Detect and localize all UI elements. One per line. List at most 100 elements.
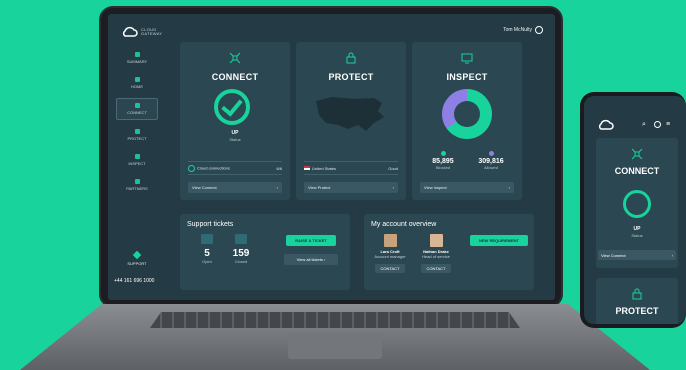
account-manager: Lara Croft Account manager CONTACT bbox=[370, 234, 410, 273]
sidebar: SUMMARY HOME CONNECT PROTECT INSPECT PAR… bbox=[116, 48, 158, 200]
dashboard-screen: CLOUD GATEWAY Tom McNulty SUMMARY HOME C… bbox=[108, 14, 555, 300]
button-label: View Connect bbox=[192, 185, 217, 190]
inspect-card: INSPECT 85,895 Blocked 309,816 Allowed Vie… bbox=[412, 42, 522, 200]
sidebar-item-summary[interactable]: SUMMARY bbox=[116, 48, 158, 68]
summary-icon bbox=[134, 52, 140, 57]
check-icon bbox=[214, 89, 250, 125]
inspect-donut-chart bbox=[442, 89, 492, 139]
phone-status: UP bbox=[633, 226, 641, 232]
button-label: View Inspect bbox=[424, 185, 447, 190]
sidebar-item-protect[interactable]: PROTECT bbox=[116, 125, 158, 145]
sidebar-item-label: PARTNERS bbox=[126, 186, 148, 191]
cloud-icon bbox=[598, 119, 614, 130]
sidebar-item-inspect[interactable]: INSPECT bbox=[116, 150, 158, 170]
phone-frame: ⌕ ≡ CONNECT UP Status View Connect › PROT… bbox=[580, 92, 686, 328]
support-phone: +44 161 696 1000 bbox=[114, 278, 155, 284]
chevron-right-icon: › bbox=[392, 185, 394, 190]
protect-title: PROTECT bbox=[328, 72, 374, 82]
phone-connect-card: CONNECT UP Status View Connect › bbox=[596, 138, 678, 268]
open-value: 5 bbox=[204, 248, 210, 259]
brand-name: CLOUD GATEWAY bbox=[141, 27, 163, 36]
home-icon bbox=[134, 77, 140, 82]
chevron-right-icon: › bbox=[671, 252, 673, 258]
allowed-stat: 309,816 Allowed bbox=[466, 151, 516, 170]
view-inspect-button[interactable]: View Inspect › bbox=[420, 182, 514, 193]
check-small-icon bbox=[188, 164, 195, 172]
connect-card: CONNECT UP Status Cloud connections 6/6 … bbox=[180, 42, 290, 200]
sidebar-item-label: PROTECT bbox=[127, 136, 147, 141]
closed-tickets: 159 Closed bbox=[224, 234, 258, 264]
phone-protect-card: PROTECT bbox=[596, 278, 678, 324]
chevron-right-icon: › bbox=[508, 185, 510, 190]
support-icon bbox=[132, 250, 142, 260]
brand-logo[interactable]: CLOUD GATEWAY bbox=[120, 26, 165, 38]
head-of-service: Nathan Drake Head of service CONTACT bbox=[416, 234, 456, 273]
view-all-tickets-button[interactable]: View all tickets › bbox=[284, 254, 338, 265]
user-menu[interactable]: Tom McNulty bbox=[503, 26, 543, 34]
support-label: SUPPORT bbox=[127, 261, 147, 266]
check-icon bbox=[623, 190, 651, 218]
sidebar-item-label: INSPECT bbox=[128, 161, 146, 166]
contact-button[interactable]: CONTACT bbox=[421, 264, 451, 273]
phone-view-connect-button[interactable]: View Connect › bbox=[598, 250, 676, 260]
network-icon bbox=[229, 52, 241, 64]
ticket-closed-icon bbox=[235, 234, 247, 244]
account-overview-card: My account overview Lara Croft Account m… bbox=[364, 214, 534, 290]
contact-button[interactable]: CONTACT bbox=[375, 264, 405, 273]
inspect-title: INSPECT bbox=[446, 72, 488, 82]
person-role: Head of service bbox=[422, 254, 450, 259]
network-icon bbox=[631, 148, 643, 160]
phone-status-label: Status bbox=[631, 233, 643, 238]
sidebar-item-connect[interactable]: CONNECT bbox=[116, 98, 158, 120]
sidebar-item-label: SUMMARY bbox=[126, 59, 148, 64]
us-flag-icon bbox=[304, 166, 310, 171]
view-protect-button[interactable]: View Protect › bbox=[304, 182, 398, 193]
blocked-label: Blocked bbox=[435, 165, 451, 170]
connect-title: CONNECT bbox=[211, 72, 259, 82]
user-icon[interactable] bbox=[654, 121, 661, 128]
partners-icon bbox=[134, 179, 140, 184]
sidebar-item-label: CONNECT bbox=[127, 110, 147, 115]
connect-icon bbox=[134, 103, 140, 108]
laptop-keyboard bbox=[150, 312, 520, 328]
phone-screen: ⌕ ≡ CONNECT UP Status View Connect › PROT… bbox=[584, 96, 686, 324]
raise-ticket-button[interactable]: RAISE A TICKET bbox=[286, 235, 336, 246]
phone-protect-title: PROTECT bbox=[615, 306, 659, 316]
open-tickets: 5 Open bbox=[190, 234, 224, 264]
cloud-icon bbox=[122, 26, 138, 37]
closed-value: 159 bbox=[232, 248, 250, 259]
laptop-trackpad bbox=[288, 333, 382, 359]
lock-icon bbox=[346, 52, 356, 64]
country-value: Good bbox=[388, 165, 398, 171]
new-requirement-button[interactable]: NEW REQUIREMENT bbox=[470, 235, 528, 246]
sidebar-item-home[interactable]: HOME bbox=[116, 73, 158, 93]
monitor-icon bbox=[461, 53, 473, 64]
blocked-dot bbox=[440, 151, 446, 156]
allowed-value: 309,816 bbox=[478, 158, 504, 165]
support-tickets-title: Support tickets bbox=[187, 221, 234, 228]
support-tickets-card: Support tickets 5 Open 159 Closed RAISE A … bbox=[180, 214, 350, 290]
connect-status: UP bbox=[231, 130, 239, 136]
closed-label: Closed bbox=[234, 259, 248, 264]
open-label: Open bbox=[202, 259, 212, 264]
chevron-right-icon: › bbox=[276, 185, 278, 190]
protect-icon bbox=[134, 129, 140, 134]
sidebar-item-partners[interactable]: PARTNERS bbox=[116, 175, 158, 195]
view-connect-button[interactable]: View Connect › bbox=[188, 182, 282, 193]
allowed-label: Allowed bbox=[483, 165, 498, 170]
inspect-icon bbox=[134, 154, 140, 159]
user-icon bbox=[535, 26, 543, 34]
sidebar-item-support[interactable]: SUPPORT bbox=[116, 250, 158, 266]
sidebar-item-label: HOME bbox=[131, 84, 143, 89]
search-icon[interactable]: ⌕ bbox=[642, 121, 646, 129]
account-title: My account overview bbox=[371, 221, 437, 228]
protect-card: PROTECT United States Good View Protect › bbox=[296, 42, 406, 200]
metric-value: 6/6 bbox=[276, 165, 282, 171]
blocked-stat: 85,895 Blocked bbox=[418, 151, 468, 170]
menu-icon[interactable]: ≡ bbox=[666, 121, 670, 128]
ticket-open-icon bbox=[201, 234, 213, 244]
person-role: Account manager bbox=[374, 254, 406, 259]
allowed-dot bbox=[488, 151, 494, 156]
connect-status-label: Status bbox=[229, 137, 241, 142]
user-name: Tom McNulty bbox=[503, 27, 532, 33]
